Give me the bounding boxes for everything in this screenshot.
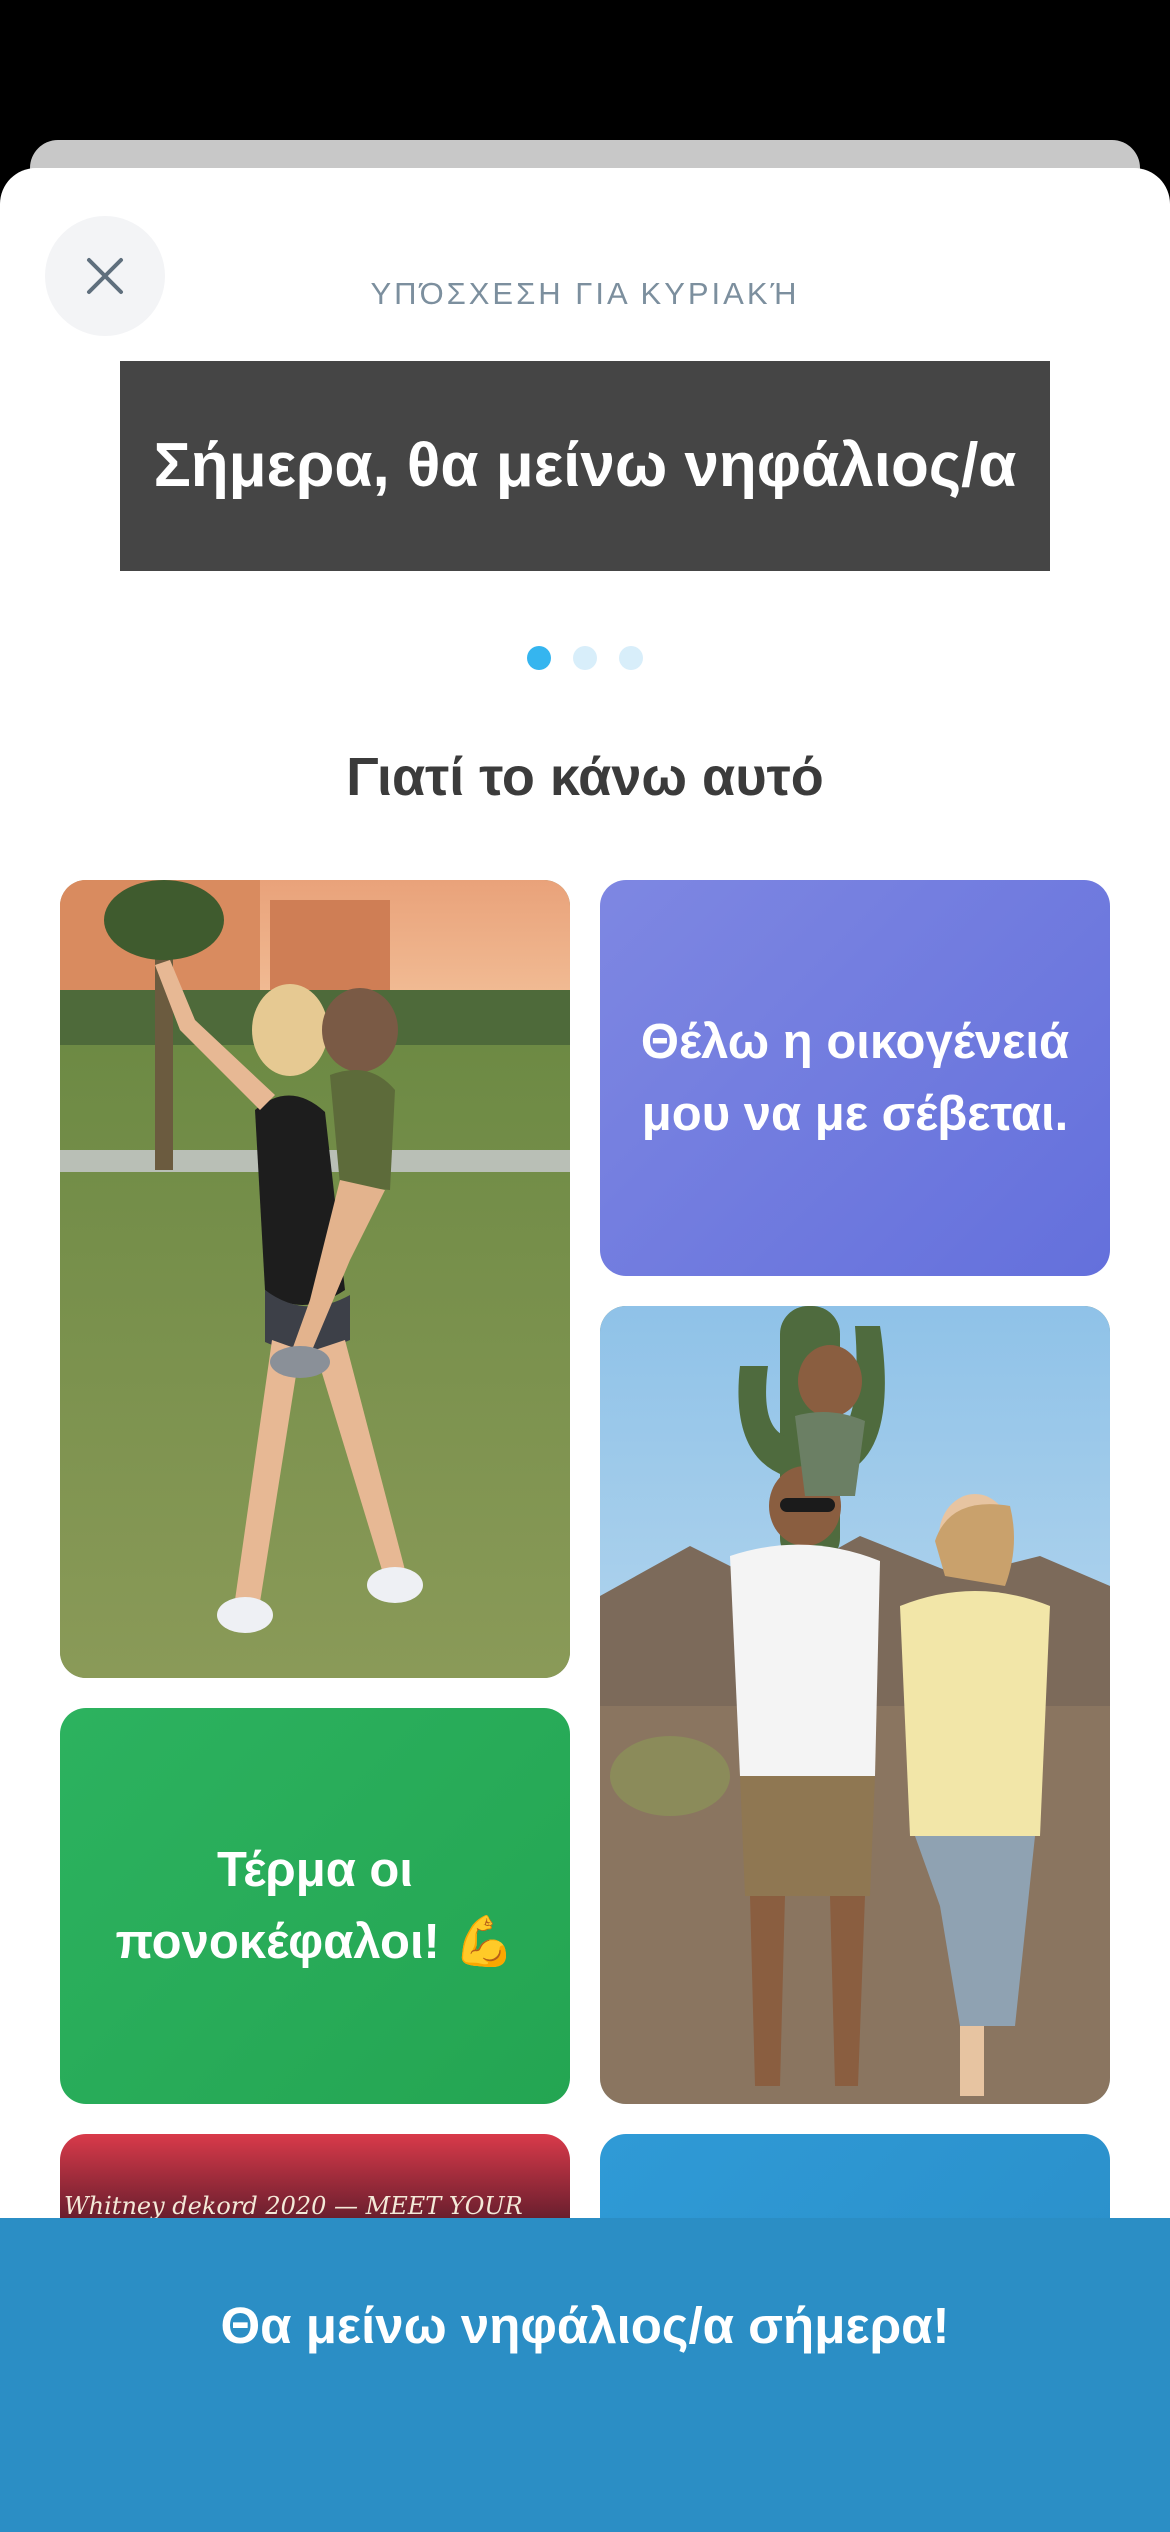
commit-button[interactable]: Θα μείνω νηφάλιος/α σήμερα! (0, 2218, 1170, 2532)
reason-card-respect[interactable]: Θέλω η οικογένειά μου να με σέβεται. (600, 880, 1110, 1276)
desert-photo-image (600, 1306, 1110, 2104)
photo-card-family-desert[interactable] (600, 1306, 1110, 2104)
pledge-statement: Σήμερα, θα μείνω νηφάλιος/α (120, 361, 1050, 571)
reason-headaches-text: Τέρμα οι πονοκέφαλοι! 💪 (115, 1843, 515, 1969)
reasons-heading: Γιατί το κάνω αυτό (346, 747, 824, 807)
park-photo-image (60, 880, 570, 1678)
neon-sign-text: Whitney dekord 2020 — MEET YOUR (64, 2192, 523, 2220)
pledge-day-subtitle: ΥΠΌΣΧΕΣΗ ΓΙΑ ΚΥΡΙΑΚΉ (370, 276, 800, 311)
reason-card-headaches[interactable]: Τέρμα οι πονοκέφαλοι! 💪 (60, 1708, 570, 2104)
pledge-sheet: ΥΠΌΣΧΕΣΗ ΓΙΑ ΚΥΡΙΑΚΉ Σήμερα, θα μείνω νη… (0, 168, 1170, 2532)
page-indicator (0, 646, 1170, 670)
reason-respect-text: Θέλω η οικογένειά μου να με σέβεται. (640, 1015, 1070, 1141)
page-dot[interactable] (573, 646, 597, 670)
page-dot-active[interactable] (527, 646, 551, 670)
commit-button-label: Θα μείνω νηφάλιος/α σήμερα! (220, 2297, 950, 2354)
page-dot[interactable] (619, 646, 643, 670)
photo-card-mother-child[interactable] (60, 880, 570, 1678)
